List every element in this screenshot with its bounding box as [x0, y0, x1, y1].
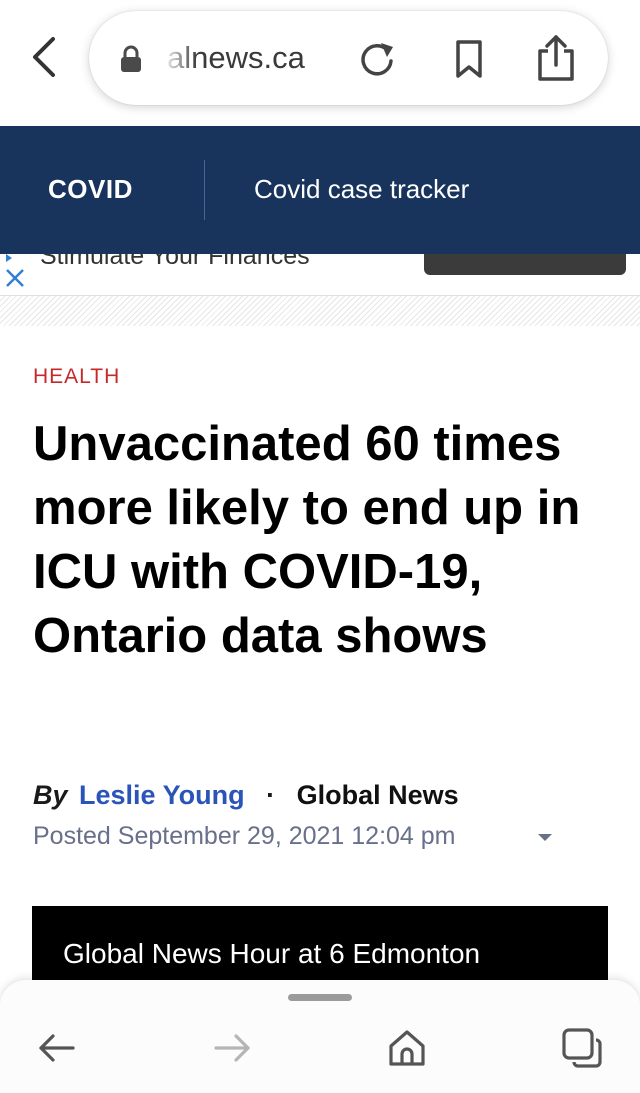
nav-item-covid-case-tracker[interactable]: Covid case tracker [254, 174, 469, 205]
back-arrow-icon[interactable] [35, 1026, 79, 1070]
url-field[interactable]: alnews.ca [89, 11, 608, 105]
byline-separator: · [266, 780, 276, 810]
article-category[interactable]: HEALTH [33, 365, 120, 389]
publisher-name: Global News [296, 780, 459, 810]
chevron-down-icon[interactable] [538, 834, 552, 841]
bookmark-icon[interactable] [449, 39, 489, 79]
tabs-icon[interactable] [560, 1026, 604, 1070]
ad-cta-button[interactable] [424, 254, 626, 275]
play-icon [6, 254, 12, 262]
nav-item-covid[interactable]: COVID [48, 174, 133, 205]
share-icon[interactable] [534, 33, 578, 83]
home-icon[interactable] [385, 1026, 429, 1070]
video-title: Global News Hour at 6 Edmonton [63, 938, 481, 969]
browser-toolbar [0, 980, 640, 1093]
browser-back-button[interactable] [22, 34, 66, 80]
nav-divider [204, 160, 205, 220]
article-headline: Unvaccinated 60 times more likely to end… [33, 417, 581, 663]
ad-banner[interactable]: Stimulate Your Finances [0, 254, 640, 296]
browser-address-bar: alnews.ca [0, 0, 640, 126]
drag-handle[interactable] [288, 994, 352, 1001]
ad-divider [0, 296, 640, 326]
url-fade [165, 31, 197, 85]
close-icon[interactable] [3, 266, 27, 290]
posted-date: Posted September 29, 2021 12:04 pm [33, 822, 456, 850]
reload-icon[interactable] [357, 39, 397, 79]
byline-prefix: By [33, 780, 68, 810]
byline: By Leslie Young · Global News [33, 780, 459, 811]
author-link[interactable]: Leslie Young [79, 780, 245, 810]
ad-text: Stimulate Your Finances [40, 254, 310, 270]
chevron-left-icon [33, 37, 55, 77]
forward-arrow-icon[interactable] [210, 1026, 254, 1070]
section-nav: COVID Covid case tracker [0, 126, 640, 254]
lock-icon [121, 45, 141, 72]
